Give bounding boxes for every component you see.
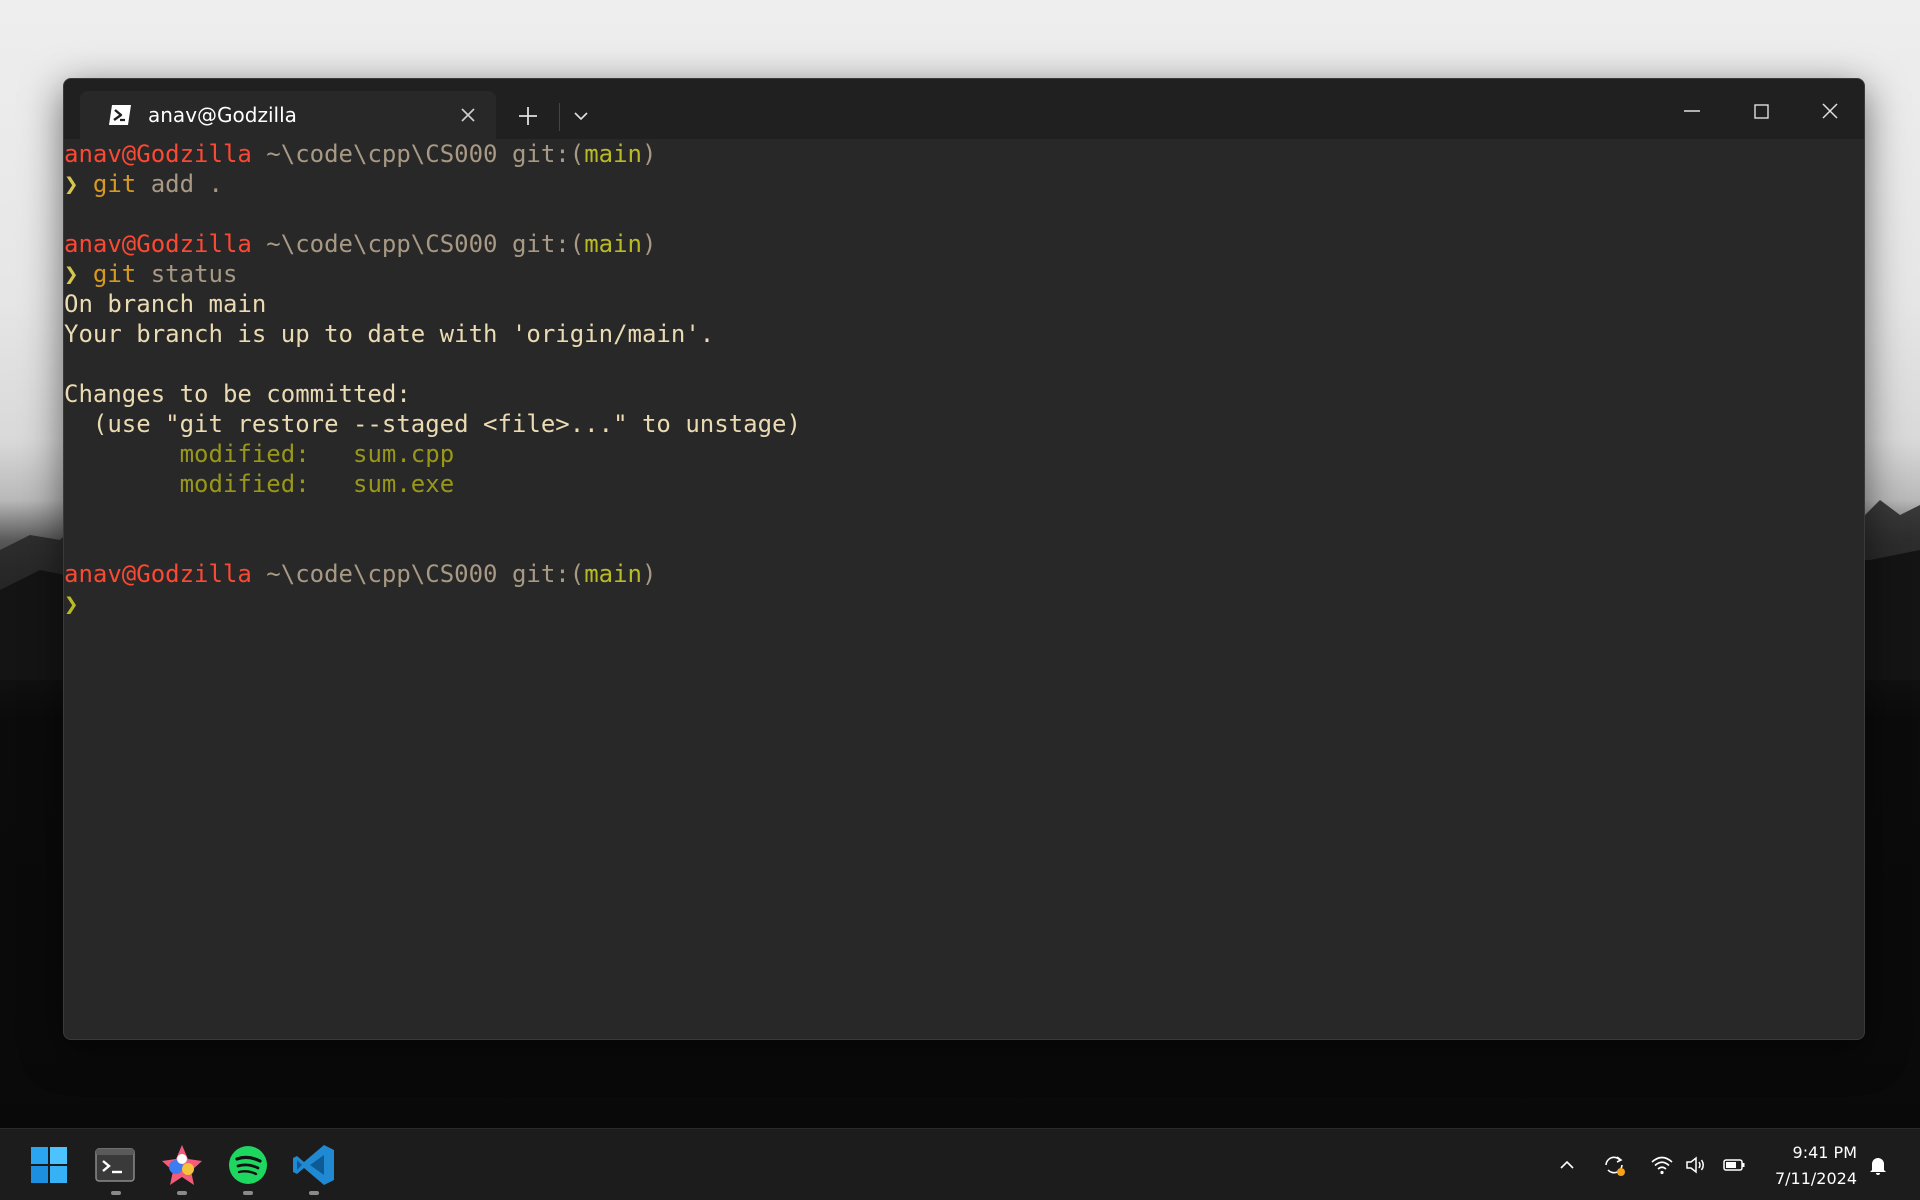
- prompt-path: ~\code\cpp\CS000: [266, 140, 498, 168]
- prompt-branch: main: [584, 560, 642, 588]
- modified-label: modified:: [179, 470, 310, 498]
- wifi-icon[interactable]: [1650, 1153, 1674, 1177]
- command-args: add .: [150, 170, 223, 198]
- modified-file: sum.exe: [353, 470, 455, 498]
- maximize-button[interactable]: [1737, 93, 1785, 129]
- desktop: anav@Godzilla anav@Godzilla ~\code\cpp\C…: [0, 0, 1920, 1200]
- modified-label: modified:: [179, 440, 310, 468]
- spotify-running-indicator: [243, 1191, 253, 1195]
- volume-icon[interactable]: [1684, 1153, 1708, 1177]
- output-line: Your branch is up to date with 'origin/m…: [64, 320, 715, 348]
- prompt-git-close: ): [641, 230, 657, 258]
- clock-date[interactable]: 7/11/2024: [1775, 1169, 1857, 1188]
- prompt-line: anav@Godzilla ~\code\cpp\CS000 git:(main…: [64, 229, 1864, 259]
- tab-active[interactable]: anav@Godzilla: [80, 91, 496, 139]
- modified-file: sum.cpp: [353, 440, 455, 468]
- output-line: (use "git restore --staged <file>..." to…: [64, 410, 801, 438]
- chevron-down-icon[interactable]: [566, 99, 596, 133]
- prompt-user: anav@Godzilla: [64, 560, 252, 588]
- prompt-symbol: ❯: [64, 260, 79, 288]
- output-line: On branch main: [64, 290, 267, 318]
- minimize-button[interactable]: [1668, 93, 1716, 129]
- command-program: git: [92, 170, 137, 198]
- modified-file-line: modified: sum.cpp: [64, 439, 1864, 469]
- prompt-user: anav@Godzilla: [64, 140, 252, 168]
- vscode-icon[interactable]: [290, 1141, 338, 1189]
- paint-icon[interactable]: [158, 1141, 206, 1189]
- taskbar: 9:41 PM 7/11/2024: [0, 1128, 1920, 1200]
- prompt-git: git:(: [511, 230, 585, 258]
- prompt-line: anav@Godzilla ~\code\cpp\CS000 git:(main…: [64, 139, 1864, 169]
- command-line: ❯ git add .: [64, 169, 1864, 199]
- prompt-path: ~\code\cpp\CS000: [266, 230, 498, 258]
- prompt-branch: main: [584, 140, 642, 168]
- command-line: ❯ git status: [64, 259, 1864, 289]
- powershell-icon: [109, 105, 131, 125]
- battery-icon[interactable]: [1722, 1153, 1746, 1177]
- start-icon[interactable]: [25, 1141, 73, 1189]
- clock-time[interactable]: 9:41 PM: [1793, 1143, 1857, 1162]
- prompt-git: git:(: [511, 140, 585, 168]
- close-button[interactable]: [1806, 93, 1854, 129]
- command-args: status: [150, 260, 238, 288]
- prompt-branch: main: [584, 230, 642, 258]
- tab-title: anav@Godzilla: [148, 103, 297, 127]
- prompt-git: git:(: [511, 560, 585, 588]
- command-line[interactable]: ❯: [64, 589, 1864, 619]
- prompt-user: anav@Godzilla: [64, 230, 252, 258]
- prompt-git-close: ): [641, 140, 657, 168]
- prompt-git-close: ): [641, 560, 657, 588]
- prompt-line: anav@Godzilla ~\code\cpp\CS000 git:(main…: [64, 559, 1864, 589]
- command-program: git: [92, 260, 137, 288]
- title-bar[interactable]: anav@Godzilla: [64, 79, 1864, 139]
- spotify-icon[interactable]: [224, 1141, 272, 1189]
- terminal-running-indicator: [111, 1191, 121, 1195]
- paint-running-indicator: [177, 1191, 187, 1195]
- tab-close-icon[interactable]: [458, 105, 478, 125]
- prompt-symbol: ❯: [64, 590, 79, 618]
- tab-divider: [559, 103, 560, 131]
- prompt-path: ~\code\cpp\CS000: [266, 560, 498, 588]
- terminal-output[interactable]: anav@Godzilla ~\code\cpp\CS000 git:(main…: [64, 139, 1864, 1039]
- sync-icon[interactable]: [1602, 1153, 1626, 1177]
- modified-file-line: modified: sum.exe: [64, 469, 1864, 499]
- terminal-icon[interactable]: [91, 1141, 139, 1189]
- bell-icon[interactable]: [1866, 1153, 1890, 1177]
- output-line: Changes to be committed:: [64, 380, 411, 408]
- chevron-up-icon[interactable]: [1555, 1153, 1579, 1177]
- new-tab-button[interactable]: [510, 99, 546, 133]
- vscode-running-indicator: [309, 1191, 319, 1195]
- terminal-window: anav@Godzilla anav@Godzilla ~\code\cpp\C…: [63, 78, 1865, 1040]
- prompt-symbol: ❯: [64, 170, 79, 198]
